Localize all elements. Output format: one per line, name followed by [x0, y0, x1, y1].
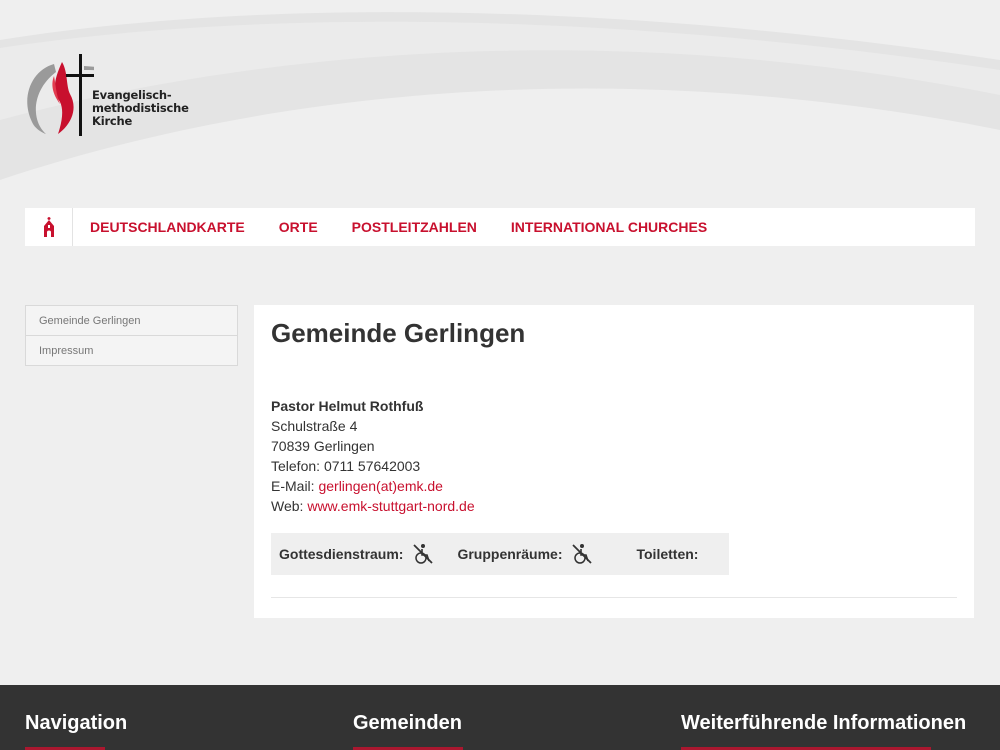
footer-heading-navigation: Navigation	[25, 712, 128, 734]
nav-item-orte[interactable]: ORTE	[262, 208, 335, 246]
page-title: Gemeinde Gerlingen	[271, 318, 526, 348]
cross-flame-icon	[27, 54, 94, 136]
no-wheelchair-icon	[572, 544, 593, 564]
feature-group-rooms: Gruppenräume:	[457, 543, 593, 565]
sidebar-item-impressum[interactable]: Impressum	[25, 336, 238, 366]
email-line: E-Mail: gerlingen(at)emk.de	[271, 476, 957, 496]
email-link[interactable]: gerlingen(at)emk.de	[318, 478, 443, 494]
accessibility-features: Gottesdienstraum: Gruppenräume: Toilette…	[271, 533, 729, 575]
feature-toilets: Toiletten:	[636, 546, 698, 562]
group-rooms-label: Gruppenräume:	[457, 546, 563, 562]
sidebar-item-gemeinde-gerlingen[interactable]: Gemeinde Gerlingen	[25, 305, 238, 336]
footer-heading-gemeinden: Gemeinden	[353, 712, 462, 734]
nav-home-button[interactable]	[25, 208, 73, 246]
web-link[interactable]: www.emk-stuttgart-nord.de	[307, 498, 474, 514]
toilets-label: Toiletten:	[636, 546, 699, 562]
street: Schulstraße 4	[271, 418, 358, 434]
phone-label: Telefon:	[271, 458, 321, 474]
no-wheelchair-icon	[413, 544, 434, 564]
main-navigation: DEUTSCHLANDKARTE ORTE POSTLEITZAHLEN INT…	[25, 208, 975, 246]
logo-text-line-3: Kirche	[92, 114, 133, 128]
emk-logo[interactable]: Evangelisch- methodistische Kirche	[24, 52, 194, 142]
nav-item-international-churches[interactable]: INTERNATIONAL CHURCHES	[494, 208, 724, 246]
city: 70839 Gerlingen	[271, 438, 375, 454]
header-background-swoosh	[0, 12, 1000, 180]
phone-line: Telefon: 0711 57642003	[271, 456, 957, 476]
nav-item-deutschlandkarte[interactable]: DEUTSCHLANDKARTE	[73, 208, 262, 246]
web-label: Web:	[271, 498, 304, 514]
content-divider	[271, 597, 957, 598]
email-label: E-Mail:	[271, 478, 315, 494]
contact-address: Pastor Helmut Rothfuß Schulstraße 4 7083…	[271, 396, 957, 516]
feature-worship-room: Gottesdienstraum:	[279, 543, 434, 565]
phone-number: 0711 57642003	[323, 458, 421, 474]
pastor-name: Pastor Helmut Rothfuß	[271, 398, 424, 414]
sidebar-menu: Gemeinde Gerlingen Impressum	[25, 305, 238, 366]
worship-room-label: Gottesdienstraum:	[279, 546, 404, 562]
footer: Navigation Gemeinden Weiterführende Info…	[0, 685, 1000, 750]
church-icon	[43, 217, 54, 237]
footer-heading-weiterfuehrende-informationen: Weiterführende Informationen	[681, 712, 967, 734]
web-line: Web: www.emk-stuttgart-nord.de	[271, 496, 957, 516]
main-content: Gemeinde Gerlingen Pastor Helmut Rothfuß…	[254, 305, 974, 618]
nav-item-postleitzahlen[interactable]: POSTLEITZAHLEN	[335, 208, 494, 246]
